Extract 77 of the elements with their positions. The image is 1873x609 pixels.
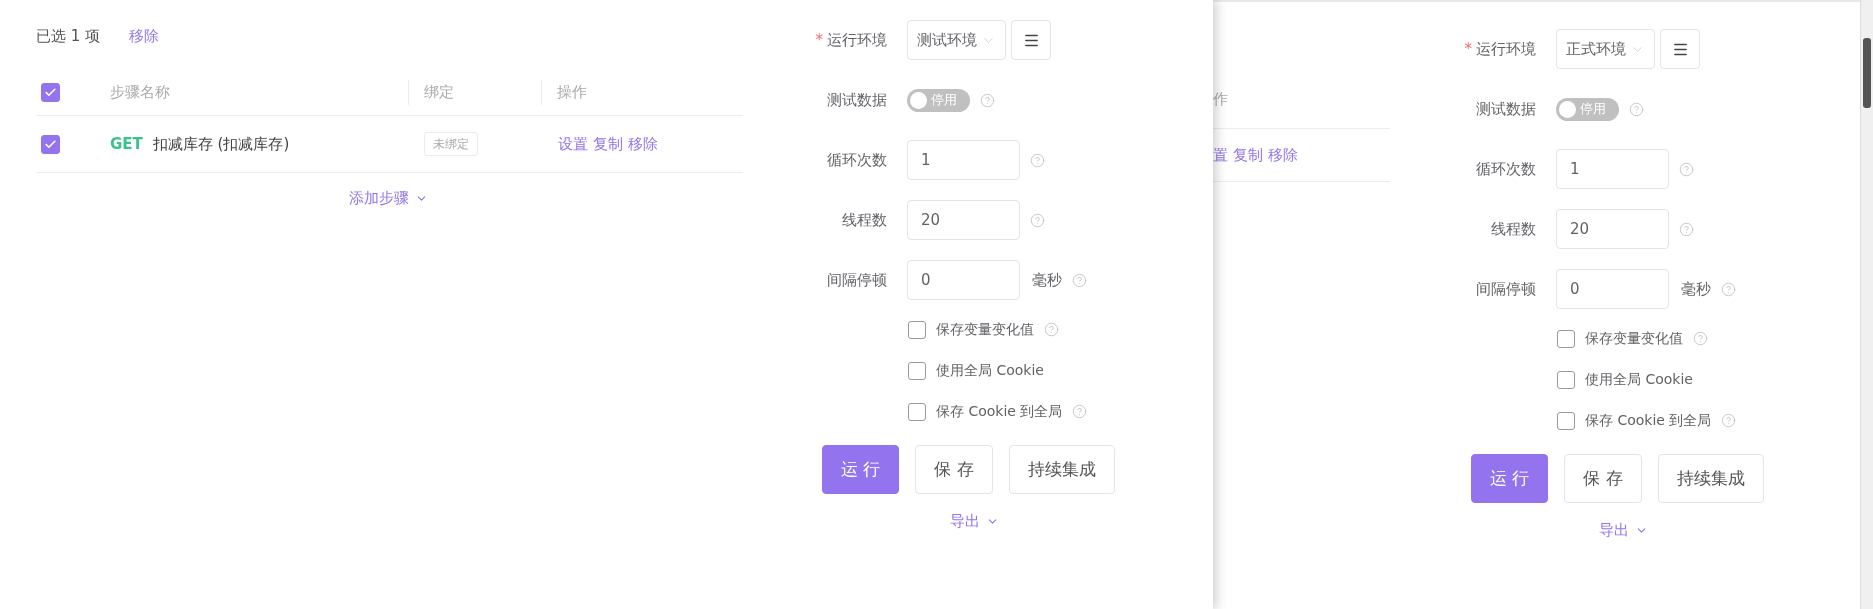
step-name: 扣减库存 (扣减库存) [152, 133, 290, 155]
checkbox[interactable] [908, 402, 926, 421]
help-icon[interactable] [980, 92, 995, 108]
required-mark: * [815, 29, 823, 51]
help-icon[interactable] [1693, 331, 1708, 346]
add-step-dropdown[interactable]: 添加步骤 [349, 187, 428, 210]
number-input[interactable]: 20 [1556, 209, 1669, 249]
field-label: 循环次数 [1476, 158, 1536, 180]
field-label: 间隔停顿 [1476, 278, 1536, 300]
field-label: 运行环境 [827, 29, 887, 51]
action-link[interactable]: 复制 [593, 132, 623, 156]
primary-button[interactable]: 运 行 [822, 445, 900, 494]
help-icon[interactable] [1721, 413, 1737, 428]
checkbox[interactable] [1557, 411, 1575, 430]
action-link[interactable]: 复制 [1233, 143, 1263, 167]
unit-label: 毫秒 [1032, 269, 1062, 291]
export-dropdown[interactable]: 导出 [950, 510, 999, 533]
environment-select[interactable]: 测试环境 [907, 20, 1006, 60]
method-tag: GET [110, 132, 143, 156]
help-icon[interactable] [1072, 272, 1087, 288]
action-link[interactable]: 设置 [558, 132, 588, 156]
option-label: 保存变量变化值 [936, 320, 1034, 339]
required-mark: * [1464, 38, 1472, 60]
option-label: 保存 Cookie 到全局 [936, 402, 1063, 421]
primary-button[interactable]: 运 行 [1471, 454, 1549, 503]
checkbox[interactable] [908, 361, 926, 380]
action-link[interactable]: 移除 [628, 132, 658, 156]
environment-select[interactable]: 正式环境 [1556, 29, 1655, 69]
checkbox[interactable] [1557, 370, 1575, 389]
selection-count: 已选 1 项 [36, 25, 101, 47]
field-label: 循环次数 [827, 149, 887, 171]
help-icon[interactable] [1030, 152, 1045, 168]
option-label: 保存变量变化值 [1585, 329, 1683, 348]
number-input[interactable]: 0 [1556, 269, 1669, 309]
option-label: 使用全局 Cookie [1585, 370, 1693, 389]
help-icon[interactable] [1629, 101, 1644, 117]
help-icon[interactable] [1044, 322, 1059, 337]
field-label: 运行环境 [1476, 38, 1536, 60]
check-icon [44, 86, 57, 99]
number-input[interactable]: 0 [907, 260, 1020, 300]
help-icon[interactable] [1072, 404, 1088, 419]
binding-tag: 未绑定 [424, 132, 478, 156]
action-link[interactable]: 移除 [1268, 143, 1298, 167]
secondary-button[interactable]: 持续集成 [1657, 454, 1764, 503]
column-header: 绑定 [424, 82, 454, 104]
option-label: 使用全局 Cookie [936, 361, 1044, 380]
help-icon[interactable] [1679, 221, 1694, 237]
column-header: 作 [1213, 89, 1228, 111]
number-input[interactable]: 20 [907, 200, 1020, 240]
help-icon[interactable] [1030, 212, 1045, 228]
secondary-button[interactable]: 持续集成 [1008, 445, 1115, 494]
action-link[interactable]: 置 [1213, 143, 1228, 167]
checkbox[interactable] [908, 320, 926, 339]
field-label: 测试数据 [827, 89, 887, 111]
checkbox[interactable] [41, 134, 60, 154]
checkbox[interactable] [1557, 329, 1575, 348]
field-label: 间隔停顿 [827, 269, 887, 291]
checkbox[interactable] [41, 83, 60, 102]
number-input[interactable]: 1 [907, 140, 1020, 180]
column-header: 步骤名称 [110, 82, 171, 104]
remove-link[interactable]: 移除 [129, 24, 160, 48]
number-input[interactable]: 1 [1556, 149, 1669, 189]
secondary-button[interactable]: 保 存 [1564, 454, 1642, 503]
column-header: 操作 [557, 82, 587, 104]
unit-label: 毫秒 [1681, 278, 1711, 300]
field-label: 线程数 [1491, 218, 1536, 240]
menu-button[interactable] [1011, 20, 1051, 60]
check-icon [44, 137, 57, 151]
help-icon[interactable] [1721, 281, 1736, 297]
help-icon[interactable] [1679, 161, 1694, 177]
menu-button[interactable] [1660, 29, 1700, 69]
field-label: 线程数 [842, 209, 887, 231]
scrollbar-thumb[interactable] [1863, 38, 1871, 108]
field-label: 测试数据 [1476, 98, 1536, 120]
export-dropdown[interactable]: 导出 [1599, 519, 1648, 542]
secondary-button[interactable]: 保 存 [915, 445, 993, 494]
option-label: 保存 Cookie 到全局 [1585, 411, 1712, 430]
